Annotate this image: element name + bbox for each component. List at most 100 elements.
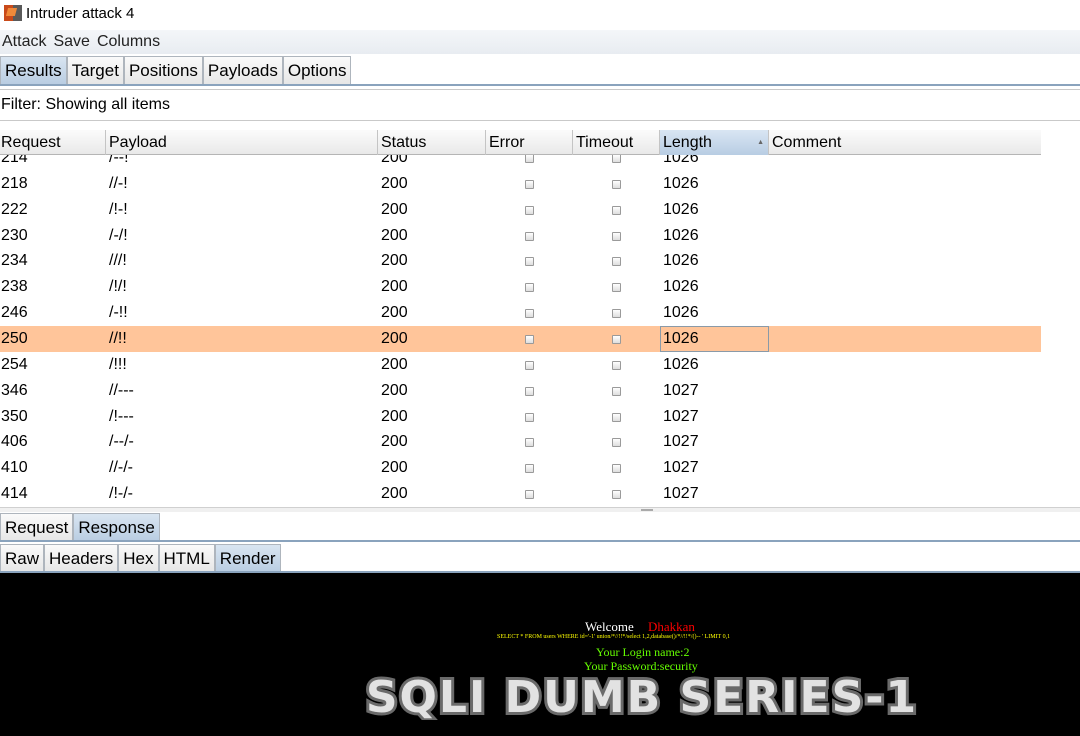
tab-target[interactable]: Target — [66, 56, 124, 84]
table-row[interactable]: 214 /--! 200 1026 — [0, 155, 1041, 171]
timeout-checkbox[interactable] — [612, 231, 621, 241]
error-checkbox[interactable] — [525, 334, 534, 344]
table-row[interactable]: 410 //-/- 200 1027 — [0, 455, 1041, 481]
table-row[interactable]: 250//!! 200 1026 — [0, 325, 1041, 352]
table-row[interactable]: 246 /-!! 200 1026 — [0, 300, 1041, 326]
tab-headers[interactable]: Headers — [44, 544, 119, 572]
render-login-name: Your Login name:2 — [596, 645, 690, 659]
cell-status: 200 — [381, 355, 408, 373]
tab-hex[interactable]: Hex — [118, 544, 159, 572]
table-row[interactable]: 350 /!--- 200 1027 — [0, 404, 1041, 430]
timeout-checkbox[interactable] — [612, 205, 621, 215]
table-row[interactable]: 346 //--- 200 1027 — [0, 378, 1041, 404]
cell-request: 350 — [1, 407, 28, 425]
menu-columns[interactable]: Columns — [95, 33, 160, 51]
table-row[interactable]: 230 /-/! 200 1026 — [0, 223, 1041, 249]
cell-payload: /!/! — [109, 278, 127, 296]
cell-request: 346 — [1, 381, 28, 399]
col-length[interactable]: Length ▲ — [660, 130, 769, 155]
col-timeout[interactable]: Timeout — [573, 130, 660, 155]
timeout-checkbox[interactable] — [612, 155, 621, 163]
window-titlebar: Intruder attack 4 — [0, 0, 1080, 26]
timeout-checkbox[interactable] — [612, 386, 621, 396]
cell-payload: /--! — [109, 155, 129, 166]
tab-payloads[interactable]: Payloads — [202, 56, 283, 84]
menu-attack[interactable]: Attack — [0, 33, 46, 51]
col-payload[interactable]: Payload — [106, 130, 378, 155]
cell-payload: //-/- — [109, 459, 133, 477]
cell-status: 200 — [381, 485, 408, 503]
cell-length: 1027 — [663, 459, 699, 477]
timeout-checkbox[interactable] — [612, 438, 621, 448]
tab-render[interactable]: Render — [214, 544, 281, 572]
table-row[interactable]: 238 /!/! 200 1026 — [0, 274, 1041, 300]
cell-status: 200 — [381, 329, 408, 347]
filter-text: Filter: Showing all items — [1, 96, 170, 113]
timeout-checkbox[interactable] — [612, 490, 621, 500]
cell-length: 1027 — [663, 433, 699, 451]
error-checkbox[interactable] — [525, 179, 534, 189]
render-query: SELECT * FROM users WHERE id='-1' union/… — [497, 634, 731, 640]
timeout-checkbox[interactable] — [612, 283, 621, 293]
cell-payload: //-! — [109, 174, 128, 192]
cell-request: 238 — [1, 278, 28, 296]
cell-request: 250 — [1, 329, 28, 347]
col-error[interactable]: Error — [486, 130, 573, 155]
table-row[interactable]: 222 /!-! 200 1026 — [0, 197, 1041, 223]
table-row[interactable]: 406 /--/- 200 1027 — [0, 429, 1041, 455]
results-table: Request Payload Status Error Timeout Len… — [0, 130, 1041, 507]
timeout-checkbox[interactable] — [612, 412, 621, 422]
table-row[interactable]: 254 /!!! 200 1026 — [0, 352, 1041, 378]
tab-html[interactable]: HTML — [158, 544, 215, 572]
timeout-checkbox[interactable] — [612, 309, 621, 319]
error-checkbox[interactable] — [525, 309, 534, 319]
focused-cell-outline — [660, 325, 769, 352]
table-row[interactable]: 414 /!-/- 200 1027 — [0, 481, 1041, 507]
cell-status: 200 — [381, 407, 408, 425]
cell-status: 200 — [381, 278, 408, 296]
col-comment[interactable]: Comment — [769, 130, 1041, 155]
cell-status: 200 — [381, 381, 408, 399]
tab-results[interactable]: Results — [0, 56, 67, 84]
splitter-grip-icon — [641, 509, 653, 511]
timeout-checkbox[interactable] — [612, 464, 621, 474]
error-checkbox[interactable] — [525, 257, 534, 267]
cell-request: 414 — [1, 485, 28, 503]
col-request[interactable]: Request — [0, 130, 106, 155]
cell-payload: /-/! — [109, 226, 128, 244]
cell-status: 200 — [381, 304, 408, 322]
col-status[interactable]: Status — [378, 130, 486, 155]
error-checkbox[interactable] — [525, 438, 534, 448]
cell-request: 246 — [1, 304, 28, 322]
table-row[interactable]: 234 ///! 200 1026 — [0, 248, 1041, 274]
tab-options[interactable]: Options — [282, 56, 352, 84]
menu-save[interactable]: Save — [51, 33, 89, 51]
timeout-checkbox[interactable] — [612, 257, 621, 267]
tab-response[interactable]: Response — [73, 513, 160, 541]
tab-positions[interactable]: Positions — [123, 56, 203, 84]
pane-splitter[interactable] — [0, 507, 1080, 512]
error-checkbox[interactable] — [525, 283, 534, 293]
error-checkbox[interactable] — [525, 490, 534, 500]
detail-tab-strip: Request Response — [0, 513, 160, 541]
top-tab-strip: Results Target Positions Payloads Option… — [0, 56, 352, 84]
cell-length: 1026 — [663, 155, 699, 166]
cell-payload: ///! — [109, 252, 127, 270]
table-row[interactable]: 218 //-! 200 1026 — [0, 171, 1041, 197]
table-body: 214 /--! 200 1026 218 //-! 200 1026 222 /!-! 200 10… — [0, 155, 1041, 507]
timeout-checkbox[interactable] — [612, 179, 621, 189]
timeout-checkbox[interactable] — [612, 360, 621, 370]
timeout-checkbox[interactable] — [612, 334, 621, 344]
error-checkbox[interactable] — [525, 386, 534, 396]
error-checkbox[interactable] — [525, 360, 534, 370]
banner-text: SQLI DUMB SERIES-1 — [366, 672, 918, 720]
error-checkbox[interactable] — [525, 231, 534, 241]
error-checkbox[interactable] — [525, 205, 534, 215]
error-checkbox[interactable] — [525, 412, 534, 422]
error-checkbox[interactable] — [525, 464, 534, 474]
tab-raw[interactable]: Raw — [0, 544, 45, 572]
tab-request[interactable]: Request — [0, 513, 74, 541]
error-checkbox[interactable] — [525, 155, 534, 163]
cell-payload: //--- — [109, 381, 134, 399]
filter-bar[interactable]: Filter: Showing all items — [0, 89, 1080, 121]
